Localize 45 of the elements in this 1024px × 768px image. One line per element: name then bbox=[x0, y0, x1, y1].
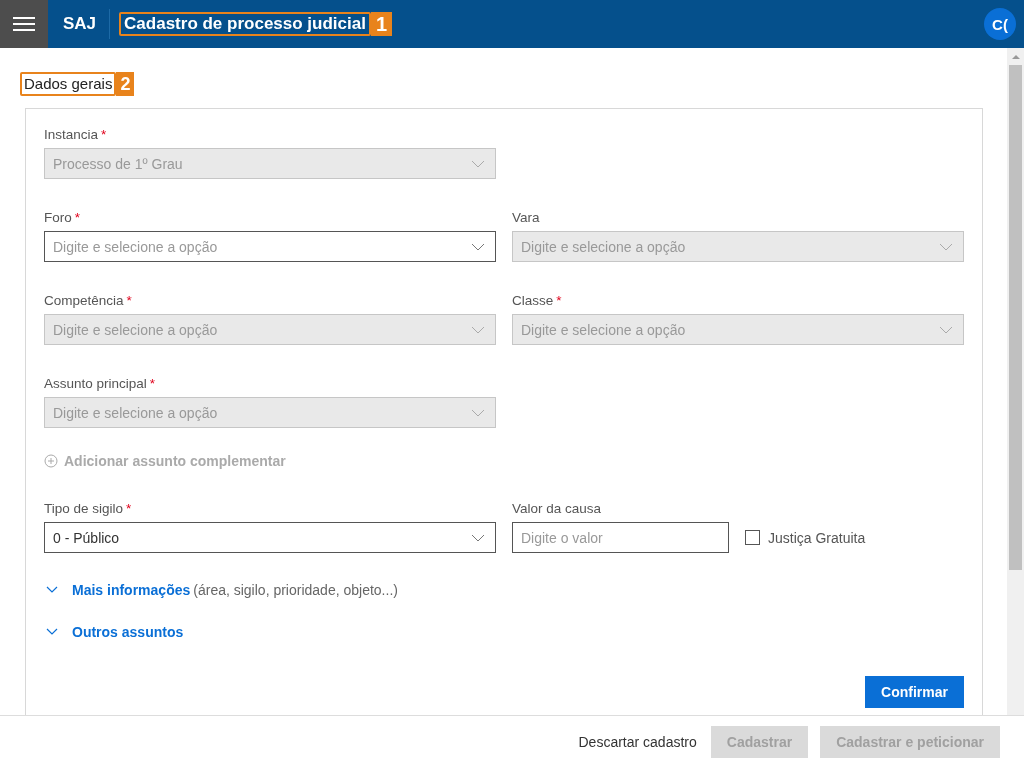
scrollbar[interactable] bbox=[1007, 48, 1024, 715]
chevron-down-icon bbox=[939, 242, 953, 251]
user-avatar[interactable]: C( bbox=[984, 8, 1016, 40]
confirm-button[interactable]: Confirmar bbox=[865, 676, 964, 708]
required-asterisk: * bbox=[126, 501, 132, 516]
input-field[interactable]: Digite o valor bbox=[512, 522, 729, 553]
scroll-up-icon[interactable] bbox=[1011, 54, 1020, 59]
discard-link[interactable]: Descartar cadastro bbox=[578, 734, 697, 750]
expander-link[interactable]: Outros assuntos bbox=[72, 624, 184, 640]
select-field[interactable]: 0 - Público bbox=[44, 522, 496, 553]
chevron-down-icon bbox=[471, 408, 485, 417]
checkbox[interactable] bbox=[745, 530, 760, 545]
chevron-down-icon bbox=[471, 533, 485, 542]
field-label: Classe bbox=[512, 293, 554, 308]
chevron-down-icon bbox=[471, 325, 485, 334]
callout-number: 2 bbox=[116, 72, 135, 96]
app-name: SAJ bbox=[63, 14, 97, 34]
field-label: Vara bbox=[512, 210, 540, 225]
menu-button[interactable] bbox=[0, 0, 48, 48]
chevron-down-icon bbox=[471, 242, 485, 251]
field-label: Instancia bbox=[44, 127, 99, 142]
checkbox-label: Justiça Gratuita bbox=[768, 529, 866, 546]
required-asterisk: * bbox=[149, 376, 156, 391]
chevron-down-icon bbox=[471, 159, 485, 168]
page-title: Cadastro de processo judicial bbox=[119, 12, 371, 36]
field-label: Valor da causa bbox=[512, 501, 602, 516]
required-asterisk: * bbox=[556, 293, 562, 308]
chevron-down-icon[interactable] bbox=[46, 628, 58, 636]
field-label: Assunto principal bbox=[44, 376, 147, 391]
field-label: Tipo de sigilo bbox=[44, 501, 124, 516]
select-field[interactable]: Digite e selecione a opção bbox=[44, 231, 496, 262]
required-asterisk: * bbox=[74, 210, 81, 225]
field-label: Competência bbox=[44, 293, 124, 308]
menu-icon bbox=[13, 17, 35, 31]
chevron-down-icon bbox=[939, 325, 953, 334]
plus-circle-icon bbox=[44, 454, 58, 468]
expander-hint: (área, sigilo, prioridade, objeto...) bbox=[193, 582, 398, 598]
chevron-down-icon[interactable] bbox=[46, 586, 58, 594]
required-asterisk: * bbox=[126, 293, 132, 308]
field-label: Foro bbox=[44, 210, 72, 225]
required-asterisk: * bbox=[101, 127, 107, 142]
scrollbar-thumb[interactable] bbox=[1009, 65, 1022, 570]
section-title: Dados gerais bbox=[20, 72, 117, 96]
callout-number: 1 bbox=[370, 12, 393, 36]
expander-link[interactable]: Mais informações bbox=[72, 582, 191, 598]
